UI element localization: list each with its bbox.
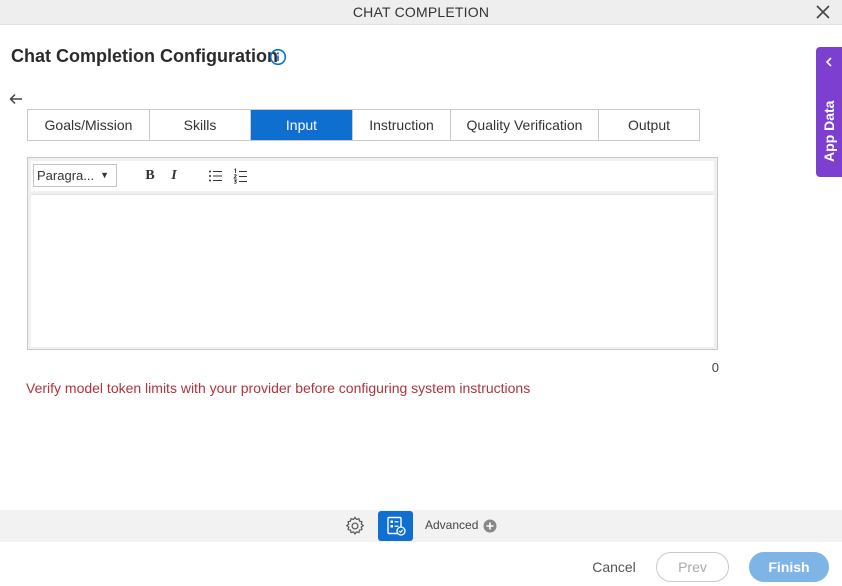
title-bar: CHAT COMPLETION [0,0,842,25]
tab-output[interactable]: Output [599,110,699,140]
close-icon[interactable] [814,3,832,21]
chevron-left-icon [825,57,832,67]
prev-button[interactable]: Prev [656,552,729,582]
tab-input[interactable]: Input [251,110,353,140]
bold-button[interactable]: B [141,167,159,185]
app-data-panel-toggle[interactable]: App Data [816,47,842,177]
rich-text-editor: Paragra... ▼ B I [27,157,718,350]
gear-icon[interactable] [344,515,366,537]
cancel-button[interactable]: Cancel [584,555,644,579]
italic-button[interactable]: I [165,167,183,185]
bullet-list-icon[interactable] [207,167,225,185]
form-check-icon [387,516,406,536]
info-icon[interactable] [269,48,287,66]
finish-button[interactable]: Finish [749,552,829,582]
tab-goals-mission[interactable]: Goals/Mission [28,110,150,140]
tab-quality-verification[interactable]: Quality Verification [451,110,599,140]
paragraph-format-value: Paragra... [37,168,95,183]
token-limit-warning: Verify model token limits with your prov… [26,380,531,396]
character-count: 0 [711,360,719,375]
tab-instruction[interactable]: Instruction [353,110,451,140]
window-title: CHAT COMPLETION [352,4,490,20]
editor-content-area[interactable] [31,194,714,347]
page-title: Chat Completion Configuration [11,46,278,66]
form-check-button[interactable] [378,511,413,541]
tab-skills[interactable]: Skills [150,110,251,140]
advanced-label[interactable]: Advanced [425,518,478,532]
numbered-list-icon[interactable] [232,167,250,185]
editor-toolbar: Paragra... ▼ B I [31,161,714,191]
plus-circle-icon[interactable] [483,519,497,533]
back-arrow-icon[interactable] [8,91,24,107]
bottom-toolbar: Advanced [0,510,842,542]
app-data-label: App Data [821,100,837,162]
tab-bar: Goals/Mission Skills Input Instruction Q… [27,109,700,141]
caret-down-icon: ▼ [100,170,109,180]
paragraph-format-select[interactable]: Paragra... ▼ [33,164,117,187]
